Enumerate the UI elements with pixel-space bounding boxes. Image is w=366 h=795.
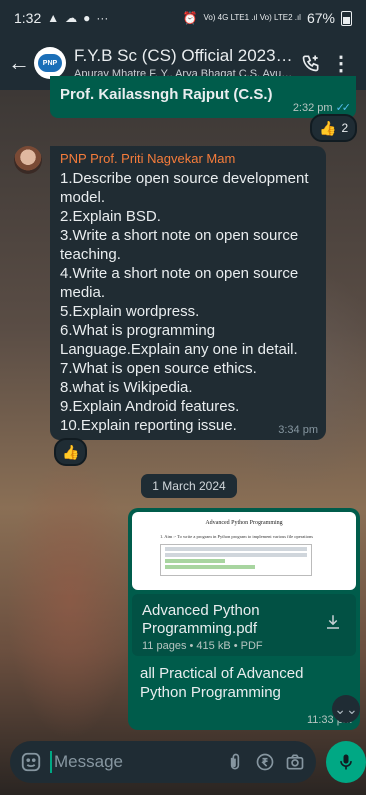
message-input[interactable]: Message xyxy=(50,751,216,773)
download-icon[interactable] xyxy=(324,612,342,632)
document-name: Advanced Python Programming.pdf xyxy=(142,602,260,637)
rupee-icon[interactable] xyxy=(254,751,276,773)
message-time: 3:34 pm xyxy=(278,424,318,436)
alarm-icon: ⏰ xyxy=(182,11,198,25)
more-menu-icon[interactable]: ⋮ xyxy=(326,48,356,78)
incoming-message[interactable]: PNP Prof. Priti Nagvekar Mam 1.Describe … xyxy=(50,146,326,440)
outgoing-message[interactable]: Prof. Kailassngh Rajput (C.S.) 2:32 pm ✓… xyxy=(50,76,356,118)
outgoing-document-message[interactable]: Advanced Python Programming 1. Aim :- To… xyxy=(128,508,360,730)
add-call-icon[interactable] xyxy=(296,48,326,78)
date-separator: 1 March 2024 xyxy=(141,474,237,498)
notification-icon-2: ☁ xyxy=(65,11,78,25)
message-text: 1.Describe open source development model… xyxy=(60,170,309,434)
reaction-badge[interactable]: 👍 xyxy=(54,438,88,466)
document-preview[interactable]: Advanced Python Programming 1. Aim :- To… xyxy=(132,512,356,590)
sender-avatar[interactable] xyxy=(14,146,42,174)
notification-icon-3: ● xyxy=(83,11,91,25)
scroll-to-bottom-button[interactable]: ⌄⌄ xyxy=(332,695,360,723)
message-time: 2:32 pm xyxy=(292,101,333,114)
group-info[interactable]: F.Y.B Sc (CS) Official 2023-24 Apurav Mh… xyxy=(74,46,296,80)
camera-icon[interactable] xyxy=(284,751,306,773)
group-title: F.Y.B Sc (CS) Official 2023-24 xyxy=(74,46,296,65)
thumbs-up-icon: 👍 xyxy=(319,119,337,136)
mic-button[interactable] xyxy=(326,741,366,783)
preview-title: Advanced Python Programming xyxy=(205,520,283,526)
read-ticks-icon: ✓✓ xyxy=(335,102,352,114)
notification-icon: ▲ xyxy=(47,11,60,25)
status-bar: 1:32 ▲ ☁ ● ··· ⏰ Vo) 4G LTE1 .ıl Vo) LTE… xyxy=(0,0,366,36)
preview-line: 1. Aim :- To write a program in Python p… xyxy=(160,534,313,539)
message-caption: all Practical of Advanced Python Program… xyxy=(140,665,304,701)
more-notifications-icon: ··· xyxy=(96,11,109,25)
attach-icon[interactable] xyxy=(224,751,246,773)
message-meta: 2:32 pm ✓✓ xyxy=(292,101,352,115)
preview-code-block xyxy=(160,544,312,576)
status-time: 1:32 xyxy=(14,10,42,26)
reaction-badge[interactable]: 👍 2 xyxy=(310,114,358,142)
message-input-bar: Message xyxy=(10,741,316,783)
group-avatar[interactable]: PNP xyxy=(34,47,66,79)
sender-name[interactable]: PNP Prof. Priti Nagvekar Mam xyxy=(60,151,316,166)
battery-icon xyxy=(341,10,352,26)
document-info: 11 pages • 415 kB • PDF xyxy=(142,640,263,652)
network-indicator: Vo) 4G LTE1 .ıl Vo) LTE2 .ıl xyxy=(203,13,301,22)
back-arrow-icon[interactable]: ← xyxy=(8,50,30,76)
document-row[interactable]: Advanced Python Programming.pdf 11 pages… xyxy=(132,594,356,656)
emoji-icon[interactable] xyxy=(20,751,42,773)
thumbs-up-icon: 👍 xyxy=(62,443,80,460)
chevron-down-icon: ⌄⌄ xyxy=(334,700,358,717)
reaction-count: 2 xyxy=(341,121,349,135)
mic-icon xyxy=(340,754,352,770)
battery-percent: 67% xyxy=(306,10,335,26)
